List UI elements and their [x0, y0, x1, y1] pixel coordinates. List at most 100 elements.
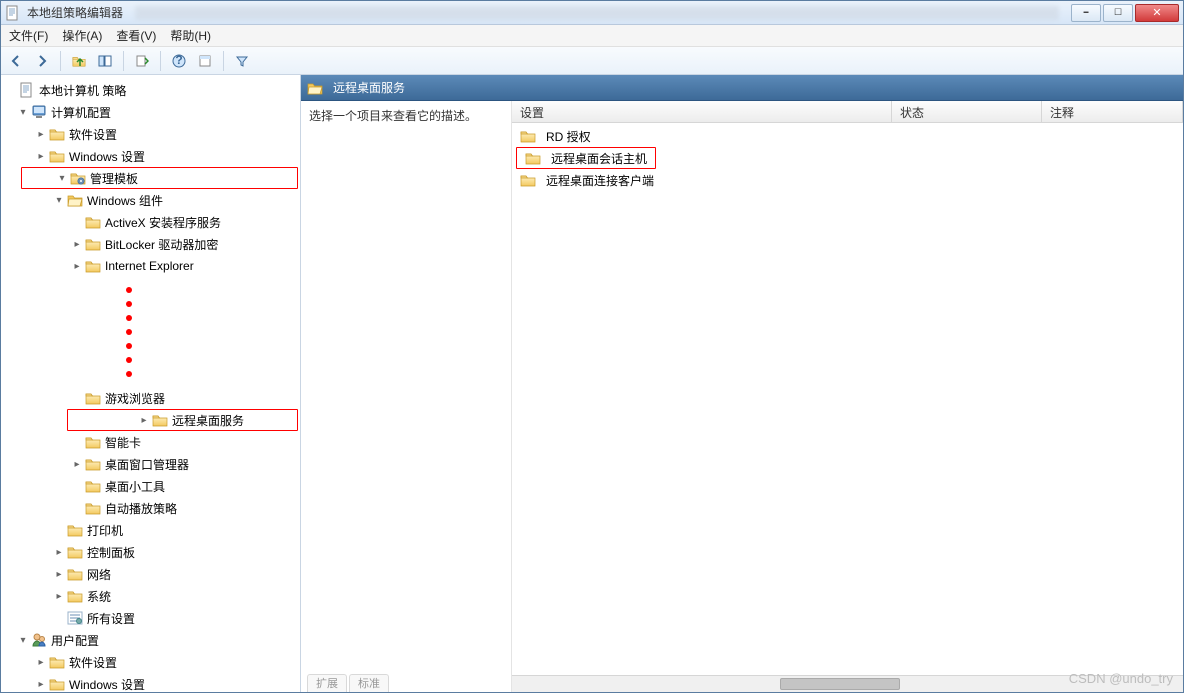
tree-computer-config[interactable]: ▾ 计算机配置: [1, 101, 300, 123]
column-comment[interactable]: 注释: [1042, 101, 1183, 122]
body: 本地计算机 策略 ▾ 计算机配置 ▸ 软件设置 ▸ Windows 设置 ▾ 管…: [1, 75, 1183, 692]
toolbar-separator: [123, 51, 124, 71]
export-list-button[interactable]: [131, 50, 153, 72]
folder-icon: [85, 434, 101, 450]
filter-button[interactable]: [231, 50, 253, 72]
folder-icon: [85, 500, 101, 516]
tree-game-explorer[interactable]: 游戏浏览器: [1, 387, 300, 409]
column-state[interactable]: 状态: [892, 101, 1042, 122]
svg-text:?: ?: [175, 54, 182, 67]
folder-icon: [85, 456, 101, 472]
gear-folder-icon: [70, 170, 86, 186]
folder-icon: [520, 128, 536, 144]
tree-user-windows-settings[interactable]: ▸ Windows 设置: [1, 673, 300, 692]
tree-ie[interactable]: ▸ Internet Explorer: [1, 255, 300, 277]
tree-control-panel[interactable]: ▸ 控制面板: [1, 541, 300, 563]
folder-icon: [85, 390, 101, 406]
show-hide-tree-button[interactable]: [94, 50, 116, 72]
folder-icon: [85, 258, 101, 274]
tree-windows-settings[interactable]: ▸ Windows 设置: [1, 145, 300, 167]
tree-printers[interactable]: 打印机: [1, 519, 300, 541]
folder-icon: [85, 214, 101, 230]
content-pane: 远程桌面服务 选择一个项目来查看它的描述。 设置 状态 注释 RD 授权: [301, 75, 1183, 692]
description-column: 选择一个项目来查看它的描述。: [301, 101, 511, 692]
expand-icon[interactable]: ▸: [53, 590, 65, 602]
computer-icon: [31, 104, 47, 120]
expand-icon[interactable]: ▸: [71, 458, 83, 470]
column-setting[interactable]: 设置: [512, 101, 892, 122]
list-header: 设置 状态 注释: [512, 101, 1183, 123]
tree-bitlocker[interactable]: ▸ BitLocker 驱动器加密: [1, 233, 300, 255]
titlebar-blur: [135, 6, 1059, 20]
toolbar: ?: [1, 47, 1183, 75]
tree-system[interactable]: ▸ 系统: [1, 585, 300, 607]
list-item-rd-licensing[interactable]: RD 授权: [512, 125, 1183, 147]
tree-software-settings[interactable]: ▸ 软件设置: [1, 123, 300, 145]
nav-forward-button[interactable]: [31, 50, 53, 72]
close-button[interactable]: [1135, 4, 1179, 22]
expand-icon[interactable]: ▸: [53, 546, 65, 558]
tree-network[interactable]: ▸ 网络: [1, 563, 300, 585]
expand-icon[interactable]: ▾: [17, 106, 29, 118]
scrollbar-thumb[interactable]: [780, 678, 900, 690]
tree-user-config[interactable]: ▾ 用户配置: [1, 629, 300, 651]
toolbar-separator: [60, 51, 61, 71]
content-header: 远程桌面服务: [301, 75, 1183, 101]
list-item-rd-connection-client[interactable]: 远程桌面连接客户端: [512, 169, 1183, 191]
tab-standard[interactable]: 标准: [349, 674, 389, 692]
content-body: 选择一个项目来查看它的描述。 设置 状态 注释 RD 授权: [301, 101, 1183, 692]
help-button[interactable]: ?: [168, 50, 190, 72]
folder-icon: [49, 676, 65, 692]
folder-icon: [67, 588, 83, 604]
tree-smartcard[interactable]: 智能卡: [1, 431, 300, 453]
tree-all-settings[interactable]: 所有设置: [1, 607, 300, 629]
up-one-level-button[interactable]: [68, 50, 90, 72]
menu-view[interactable]: 查看(V): [116, 27, 156, 44]
folder-icon: [85, 236, 101, 252]
nav-back-button[interactable]: [5, 50, 27, 72]
expand-icon[interactable]: ▾: [56, 172, 68, 184]
menubar: 文件(F) 操作(A) 查看(V) 帮助(H): [1, 25, 1183, 47]
titlebar[interactable]: 本地组策略编辑器: [1, 1, 1183, 25]
folder-icon: [49, 126, 65, 142]
tree-dwm[interactable]: ▸ 桌面窗口管理器: [1, 453, 300, 475]
folder-icon: [152, 412, 168, 428]
properties-button[interactable]: [194, 50, 216, 72]
tree-pane[interactable]: 本地计算机 策略 ▾ 计算机配置 ▸ 软件设置 ▸ Windows 设置 ▾ 管…: [1, 75, 301, 692]
menu-help[interactable]: 帮助(H): [170, 27, 211, 44]
maximize-button[interactable]: [1103, 4, 1133, 22]
menu-file[interactable]: 文件(F): [9, 27, 48, 44]
expand-icon[interactable]: ▸: [35, 678, 47, 690]
expand-icon[interactable]: ▸: [35, 656, 47, 668]
toolbar-separator: [160, 51, 161, 71]
tree-windows-components[interactable]: ▾ Windows 组件: [1, 189, 300, 211]
tree-autoplay[interactable]: 自动播放策略: [1, 497, 300, 519]
expand-icon[interactable]: ▸: [138, 414, 150, 426]
tree-activex[interactable]: ActiveX 安装程序服务: [1, 211, 300, 233]
expand-icon[interactable]: ▸: [71, 238, 83, 250]
expand-icon[interactable]: ▸: [71, 260, 83, 272]
tree-user-software-settings[interactable]: ▸ 软件设置: [1, 651, 300, 673]
tab-extended[interactable]: 扩展: [307, 674, 347, 692]
expand-icon[interactable]: ▾: [53, 194, 65, 206]
expand-icon[interactable]: ▸: [35, 128, 47, 140]
toolbar-separator: [223, 51, 224, 71]
menu-action[interactable]: 操作(A): [62, 27, 102, 44]
settings-list-icon: [67, 610, 83, 626]
folder-icon: [85, 478, 101, 494]
tree-admin-templates[interactable]: ▾ 管理模板: [21, 167, 298, 189]
list-item-rd-session-host[interactable]: 远程桌面会话主机: [516, 147, 656, 169]
window-controls: [1071, 4, 1179, 22]
window-root: 本地组策略编辑器 文件(F) 操作(A) 查看(V) 帮助(H) ?: [0, 0, 1184, 693]
expand-icon[interactable]: ▸: [53, 568, 65, 580]
expand-icon[interactable]: ▸: [35, 150, 47, 162]
tree-root[interactable]: 本地计算机 策略: [1, 79, 300, 101]
folder-open-icon: [307, 80, 323, 96]
expand-icon[interactable]: ▾: [17, 634, 29, 646]
ellipsis-dots: [126, 277, 300, 387]
content-title: 远程桌面服务: [333, 79, 405, 96]
doc-icon: [19, 82, 35, 98]
tree-remote-desktop-services[interactable]: ▸ 远程桌面服务: [67, 409, 298, 431]
tree-gadgets[interactable]: 桌面小工具: [1, 475, 300, 497]
minimize-button[interactable]: [1071, 4, 1101, 22]
